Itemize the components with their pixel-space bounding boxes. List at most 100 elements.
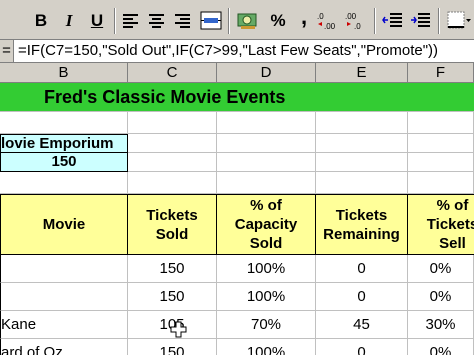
grid-cell[interactable] bbox=[217, 134, 316, 153]
header-pct-tickets-line3: Sell bbox=[439, 235, 466, 252]
cell-movie[interactable] bbox=[0, 255, 128, 283]
column-header-d[interactable]: D bbox=[217, 63, 316, 83]
cell-tickets-sold[interactable]: 150 bbox=[128, 339, 217, 355]
venue-row: lovie Emporium bbox=[0, 134, 474, 153]
grid-cell[interactable] bbox=[217, 153, 316, 172]
decrease-decimal-icon[interactable]: .00 .0 bbox=[344, 10, 368, 32]
align-left-icon[interactable] bbox=[122, 12, 140, 30]
svg-text:.0: .0 bbox=[317, 12, 324, 21]
title-cell[interactable]: Fred's Classic Movie Events bbox=[0, 83, 474, 112]
cell-pct-tickets[interactable]: 0% bbox=[408, 255, 474, 283]
sheet-row bbox=[0, 112, 474, 134]
table-row: 150 100% 0 0% bbox=[0, 255, 474, 283]
grid-cell[interactable] bbox=[316, 153, 408, 172]
svg-text:.00: .00 bbox=[345, 12, 357, 21]
toolbar-separator bbox=[374, 8, 376, 34]
comma-style-button[interactable]: , bbox=[296, 6, 312, 32]
cell-tickets-sold[interactable]: 150 bbox=[128, 283, 217, 311]
header-tickets-sold-line2: Sold bbox=[155, 225, 189, 243]
header-tickets-remaining[interactable]: Tickets Remaining bbox=[316, 194, 408, 255]
svg-text:.00: .00 bbox=[324, 22, 336, 31]
underline-button[interactable]: U bbox=[86, 10, 108, 32]
cell-movie[interactable] bbox=[0, 283, 128, 311]
header-pct-capacity[interactable]: % of Capacity Sold bbox=[217, 194, 316, 255]
cell-pct-capacity[interactable]: 100% bbox=[217, 283, 316, 311]
header-tickets-sold-line1: Tickets bbox=[146, 206, 198, 224]
bold-button[interactable]: B bbox=[30, 10, 52, 32]
capacity-value: 150 bbox=[51, 153, 77, 170]
column-header-e[interactable]: E bbox=[316, 63, 408, 83]
cell-pct-capacity[interactable]: 70% bbox=[217, 311, 316, 339]
borders-icon[interactable] bbox=[446, 10, 472, 32]
grid-cell[interactable] bbox=[408, 112, 474, 134]
table-row: Kane 105 70% 45 30% bbox=[0, 311, 474, 339]
header-pct-capacity-line3: Sold bbox=[249, 235, 283, 252]
column-header-f[interactable]: F bbox=[408, 63, 474, 83]
header-tickets-sold[interactable]: Tickets Sold bbox=[128, 194, 217, 255]
percent-style-button[interactable]: % bbox=[266, 10, 290, 32]
grid-cell[interactable] bbox=[128, 112, 217, 134]
grid-cell[interactable] bbox=[217, 172, 316, 194]
align-center-icon[interactable] bbox=[148, 12, 166, 30]
grid-cell[interactable] bbox=[316, 112, 408, 134]
movie-title: ard of Oz bbox=[1, 344, 63, 355]
italic-button[interactable]: I bbox=[58, 10, 80, 32]
cell-movie[interactable]: ard of Oz bbox=[0, 339, 128, 355]
grid-cell[interactable] bbox=[316, 172, 408, 194]
grid-cell[interactable] bbox=[0, 172, 128, 194]
formatting-toolbar: B I U % , .0 .00 .00 .0 bbox=[0, 0, 474, 40]
header-pct-tickets-line2: Tickets bbox=[426, 216, 474, 233]
title-row: Fred's Classic Movie Events bbox=[0, 83, 474, 112]
merge-and-center-icon[interactable] bbox=[200, 11, 222, 31]
table-row: 150 100% 0 0% bbox=[0, 283, 474, 311]
grid-cell[interactable] bbox=[128, 153, 217, 172]
cell-tickets-remaining[interactable]: 0 bbox=[316, 255, 408, 283]
table-header-row: Movie Tickets Sold % of Capacity Sold Ti… bbox=[0, 194, 474, 255]
header-pct-capacity-line1: % of bbox=[250, 197, 282, 214]
header-movie-label: Movie bbox=[42, 216, 86, 233]
table-row: ard of Oz 150 100% 0 0% bbox=[0, 339, 474, 355]
cell-tickets-remaining[interactable]: 0 bbox=[316, 339, 408, 355]
column-header-c[interactable]: C bbox=[128, 63, 217, 83]
formula-bar: = =IF(C7=150,"Sold Out",IF(C7>99,"Last F… bbox=[0, 40, 474, 63]
align-right-icon[interactable] bbox=[174, 12, 192, 30]
cell-tickets-remaining[interactable]: 0 bbox=[316, 283, 408, 311]
header-pct-capacity-line2: Capacity bbox=[234, 216, 298, 233]
sheet-row bbox=[0, 172, 474, 194]
increase-decimal-icon[interactable]: .0 .00 bbox=[316, 10, 340, 32]
grid-cell[interactable] bbox=[0, 112, 128, 134]
cell-tickets-remaining[interactable]: 45 bbox=[316, 311, 408, 339]
header-pct-tickets[interactable]: % of Tickets Sell bbox=[408, 194, 474, 255]
increase-indent-icon[interactable] bbox=[410, 11, 432, 31]
venue-cell[interactable]: lovie Emporium bbox=[0, 134, 128, 153]
cell-movie[interactable]: Kane bbox=[0, 311, 128, 339]
formula-equals-label: = bbox=[0, 40, 14, 62]
capacity-cell[interactable]: 150 bbox=[0, 153, 128, 172]
column-headers: B C D E F bbox=[0, 63, 474, 83]
cell-select-cursor-icon bbox=[170, 321, 187, 338]
cell-tickets-sold[interactable]: 150 bbox=[128, 255, 217, 283]
grid-cell[interactable] bbox=[128, 172, 217, 194]
grid-cell[interactable] bbox=[408, 153, 474, 172]
grid-cell[interactable] bbox=[128, 134, 217, 153]
capacity-row: 150 bbox=[0, 153, 474, 172]
sheet-title: Fred's Classic Movie Events bbox=[44, 87, 286, 107]
decrease-indent-icon[interactable] bbox=[382, 11, 404, 31]
cell-pct-tickets[interactable]: 30% bbox=[408, 311, 474, 339]
header-tickets-remaining-line1: Tickets bbox=[335, 206, 388, 224]
toolbar-separator bbox=[228, 8, 230, 34]
svg-text:.0: .0 bbox=[354, 22, 361, 31]
grid-cell[interactable] bbox=[408, 134, 474, 153]
cell-pct-capacity[interactable]: 100% bbox=[217, 255, 316, 283]
column-header-b[interactable]: B bbox=[0, 63, 128, 83]
cell-pct-tickets[interactable]: 0% bbox=[408, 339, 474, 355]
grid-cell[interactable] bbox=[217, 112, 316, 134]
grid-cell[interactable] bbox=[408, 172, 474, 194]
formula-input[interactable]: =IF(C7=150,"Sold Out",IF(C7>99,"Last Few… bbox=[18, 40, 438, 62]
header-movie[interactable]: Movie bbox=[0, 194, 128, 255]
cell-pct-capacity[interactable]: 100% bbox=[217, 339, 316, 355]
currency-icon[interactable] bbox=[236, 10, 260, 32]
venue-label: lovie Emporium bbox=[1, 135, 114, 152]
cell-pct-tickets[interactable]: 0% bbox=[408, 283, 474, 311]
grid-cell[interactable] bbox=[316, 134, 408, 153]
